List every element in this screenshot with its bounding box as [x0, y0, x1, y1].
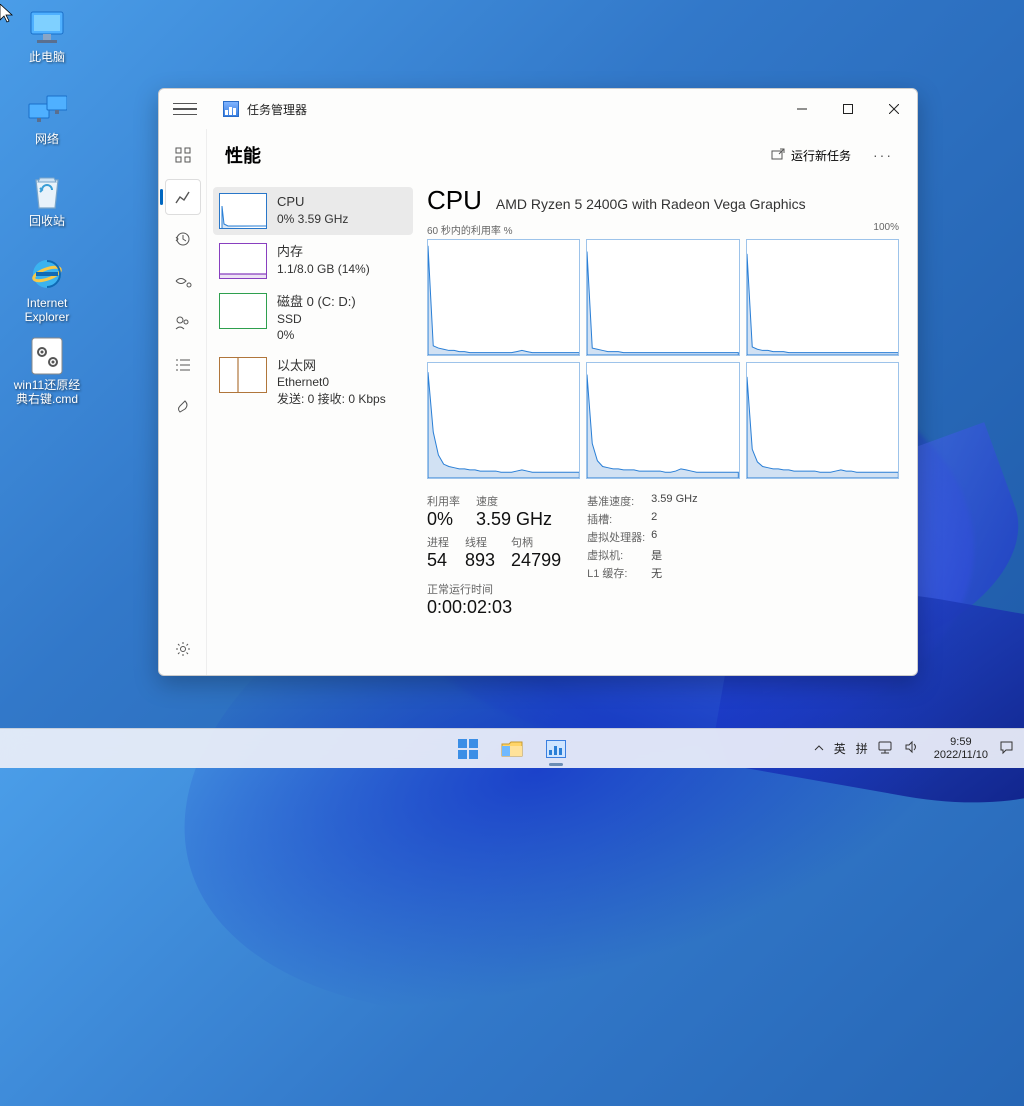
taskmgr-button[interactable] — [538, 731, 574, 767]
cpu-detail: CPU AMD Ryzen 5 2400G with Radeon Vega G… — [419, 181, 917, 675]
taskmgr-icon — [223, 101, 239, 117]
util-value: 0% — [427, 509, 460, 530]
sound-tray-icon[interactable] — [904, 740, 920, 757]
ime-mode[interactable]: 拼 — [856, 740, 868, 757]
uptime-value: 0:00:02:03 — [427, 597, 561, 618]
page-title: 性能 — [225, 142, 261, 168]
detail-title: CPU — [427, 185, 482, 216]
processes-tab[interactable] — [165, 137, 201, 173]
speed-value: 3.59 GHz — [476, 509, 552, 530]
maximize-button[interactable] — [825, 89, 871, 129]
more-button[interactable]: ··· — [867, 143, 899, 167]
tray-up-icon[interactable] — [814, 743, 824, 755]
cpu-graph-5 — [746, 362, 899, 479]
cpu-graph-3 — [427, 362, 580, 479]
task-manager-window: 任务管理器 性能 运行新任务 ··· — [158, 88, 918, 676]
window-title: 任务管理器 — [247, 101, 307, 118]
kv-row: 虚拟机:是 — [587, 547, 697, 563]
cpu-graph-0 — [427, 239, 580, 356]
recycle-bin-icon[interactable]: 回收站 — [8, 164, 86, 246]
network-icon[interactable]: 网络 — [8, 82, 86, 164]
performance-tab[interactable] — [165, 179, 201, 215]
cpu-graph-1 — [586, 239, 739, 356]
app-history-tab[interactable] — [165, 221, 201, 257]
perf-item-mem[interactable]: 内存1.1/8.0 GB (14%) — [213, 237, 413, 285]
network-tray-icon[interactable] — [878, 740, 894, 757]
ie-icon[interactable]: InternetExplorer — [8, 246, 86, 328]
run-new-task-button[interactable]: 运行新任务 — [763, 143, 859, 168]
kv-row: L1 缓存:无 — [587, 565, 697, 581]
startup-tab[interactable] — [165, 263, 201, 299]
cursor-icon — [0, 4, 16, 24]
taskbar: 英 拼 9:59 2022/11/10 — [0, 728, 1024, 768]
kv-row: 插槽:2 — [587, 511, 697, 527]
perf-sidebar: CPU0% 3.59 GHz内存1.1/8.0 GB (14%)磁盘 0 (C:… — [207, 181, 419, 675]
cpu-graph-4 — [586, 362, 739, 479]
explorer-button[interactable] — [494, 731, 530, 767]
kv-row: 基准速度:3.59 GHz — [587, 493, 697, 509]
users-tab[interactable] — [165, 305, 201, 341]
services-tab[interactable] — [165, 389, 201, 425]
procs-value: 54 — [427, 550, 449, 571]
nav-rail — [159, 129, 207, 675]
start-button[interactable] — [450, 731, 486, 767]
perf-item-eth[interactable]: 以太网Ethernet0发送: 0 接收: 0 Kbps — [213, 351, 413, 413]
kv-row: 虚拟处理器:6 — [587, 529, 697, 545]
ime-lang[interactable]: 英 — [834, 740, 846, 757]
perf-item-disk[interactable]: 磁盘 0 (C: D:)SSD0% — [213, 287, 413, 349]
this-pc-icon[interactable]: 此电脑 — [8, 0, 86, 82]
minimize-button[interactable] — [779, 89, 825, 129]
clock[interactable]: 9:59 2022/11/10 — [934, 736, 988, 761]
run-icon — [771, 148, 785, 162]
threads-value: 893 — [465, 550, 495, 571]
menu-icon[interactable] — [173, 103, 197, 116]
detail-subtitle: AMD Ryzen 5 2400G with Radeon Vega Graph… — [496, 196, 806, 212]
details-tab[interactable] — [165, 347, 201, 383]
perf-item-cpu[interactable]: CPU0% 3.59 GHz — [213, 187, 413, 235]
close-button[interactable] — [871, 89, 917, 129]
titlebar[interactable]: 任务管理器 — [159, 89, 917, 129]
handles-value: 24799 — [511, 550, 561, 571]
cmd-file-icon[interactable]: win11还原经典右键.cmd — [8, 328, 86, 410]
cpu-graph-2 — [746, 239, 899, 356]
settings-button[interactable] — [165, 631, 201, 667]
notification-icon[interactable] — [998, 739, 1014, 758]
